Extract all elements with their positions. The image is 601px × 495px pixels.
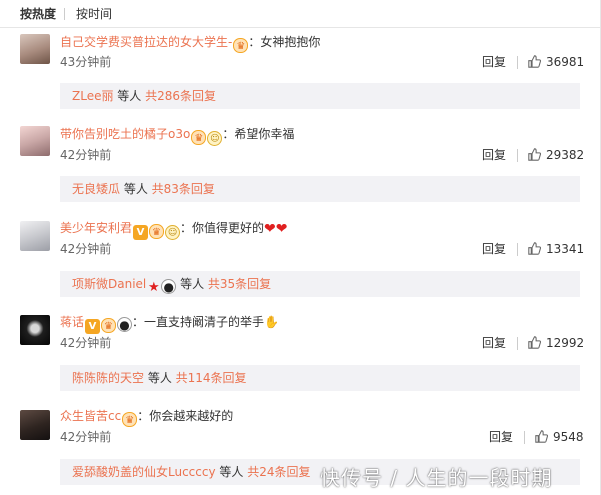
comment-header: 众生皆苦cc ♛ ：你会越来越好的 [60, 408, 233, 427]
like-button[interactable]: 36981 [528, 55, 584, 69]
comment-header: 带你告别吃土的橘子o3o ♛ ☺ ：希望你幸福 [60, 126, 294, 146]
reply-button[interactable]: 回复 [482, 148, 506, 162]
member-crown-icon[interactable]: ♛ [149, 224, 165, 239]
avatar[interactable] [20, 410, 50, 440]
member-crown-icon[interactable]: ♛ [233, 38, 249, 53]
action-divider [524, 431, 525, 444]
reply-button[interactable]: 回复 [482, 336, 506, 350]
heart-icon: ❤ [264, 221, 276, 237]
comment-header: 美少年安利君 V ♛ ☺ ：你值得更好的❤❤ [60, 220, 288, 240]
comment-author[interactable]: 美少年安利君 [60, 221, 132, 235]
hand-raise-icon: ✋ [264, 315, 279, 329]
comment-text: 希望你幸福 [234, 127, 295, 141]
like-count: 13341 [546, 242, 585, 256]
reply-count-link[interactable]: 共286条回复 [145, 89, 216, 103]
v-badge-icon[interactable]: V [85, 319, 101, 334]
comment-time: 42分钟前 [60, 430, 112, 444]
reply-others-label: 等人 [120, 182, 152, 196]
reply-summary[interactable]: 陈陈陈的天空 等人 共114条回复 [60, 365, 580, 391]
reply-users[interactable]: ZLee丽 [72, 89, 113, 103]
comment-text: 一直支持阚清子的举手 [144, 315, 265, 329]
comment-text: 你会越来越好的 [149, 409, 234, 423]
heart-icon: ❤ [275, 221, 288, 237]
reply-button[interactable]: 回复 [482, 55, 506, 69]
thumbs-up-icon [528, 242, 541, 255]
reply-summary[interactable]: ZLee丽 等人 共286条回复 [60, 83, 580, 109]
tab-sort-time[interactable]: 按时间 [76, 5, 112, 22]
tab-sort-hot[interactable]: 按热度 [20, 5, 56, 22]
colon: ： [137, 409, 150, 423]
thumbs-up-icon [528, 336, 541, 349]
panda-icon: ● [161, 279, 177, 294]
reply-button[interactable]: 回复 [482, 242, 506, 256]
comment-time: 42分钟前 [60, 148, 112, 162]
action-divider [517, 337, 518, 350]
v-badge-icon[interactable]: V [133, 225, 149, 240]
like-button[interactable]: 29382 [528, 148, 584, 162]
comment-text: 你值得更好的 [192, 221, 265, 235]
like-button[interactable]: 12992 [528, 336, 584, 350]
reply-users[interactable]: 陈陈陈的天空 [72, 371, 144, 385]
reply-others-label: 等人 [144, 371, 176, 385]
avatar[interactable] [20, 126, 50, 156]
sort-bar: 按热度 按时间 [0, 0, 601, 28]
avatar[interactable] [20, 34, 50, 64]
avatar[interactable] [20, 221, 50, 251]
medal-icon[interactable]: ☺ [165, 225, 181, 240]
thumbs-up-icon [528, 148, 541, 161]
reply-count-link[interactable]: 共83条回复 [152, 182, 215, 196]
reply-others-label: 等人 [176, 277, 208, 291]
like-count: 9548 [553, 430, 584, 444]
comment-panel: 按热度 按时间 自己交学费买普拉达的女大学生- ♛ ：女神抱抱你 43分钟前 回复 … [0, 0, 601, 495]
colon: ： [180, 221, 193, 235]
comment-header: 自己交学费买普拉达的女大学生- ♛ ：女神抱抱你 [60, 34, 320, 53]
avatar[interactable] [20, 315, 50, 345]
like-button[interactable]: 13341 [528, 242, 584, 256]
reply-summary[interactable]: 项斯微Daniel ★ ● 等人 共35条回复 [60, 271, 580, 297]
comment-time: 43分钟前 [60, 55, 112, 69]
sort-divider [64, 8, 65, 20]
comment-text: 女神抱抱你 [260, 35, 321, 49]
like-count: 12992 [546, 336, 585, 350]
thumbs-up-icon [528, 55, 541, 68]
star-icon: ★ [147, 280, 160, 295]
action-divider [517, 56, 518, 69]
comment-time: 42分钟前 [60, 336, 112, 350]
reply-count-link[interactable]: 共35条回复 [208, 277, 271, 291]
comment-time: 42分钟前 [60, 242, 112, 256]
reply-users[interactable]: 无良矮瓜 [72, 182, 120, 196]
like-count: 36981 [546, 55, 585, 69]
comment-author[interactable]: 自己交学费买普拉达的女大学生- [60, 35, 232, 49]
reply-button[interactable]: 回复 [489, 430, 513, 444]
member-crown-icon[interactable]: ♛ [191, 130, 207, 145]
panda-icon: ● [117, 317, 133, 332]
colon: ： [222, 127, 235, 141]
comment-header: 蒋话 V ♛ ● ：一直支持阚清子的举手✋ [60, 314, 279, 334]
reply-users[interactable]: 项斯微Daniel [72, 277, 146, 291]
comment-author[interactable]: 众生皆苦cc [60, 409, 121, 423]
reply-summary[interactable]: 无良矮瓜 等人 共83条回复 [60, 176, 580, 202]
reply-users[interactable]: 爱舔酸奶盖的仙女Luccccy [72, 465, 216, 479]
comment-author[interactable]: 带你告别吃土的橘子o3o [60, 127, 190, 141]
member-crown-icon[interactable]: ♛ [101, 318, 117, 333]
reply-others-label: 等人 [215, 465, 248, 479]
watermark: 快传号 / 人生的一段时期 [320, 466, 553, 490]
colon: ： [132, 315, 145, 329]
like-count: 29382 [546, 148, 585, 162]
reply-count-link[interactable]: 共114条回复 [176, 371, 247, 385]
reply-count-link[interactable]: 共24条回复 [247, 465, 310, 479]
action-divider [517, 149, 518, 162]
reply-others-label: 等人 [113, 89, 146, 103]
action-divider [517, 243, 518, 256]
like-button[interactable]: 9548 [535, 430, 584, 444]
thumbs-up-icon [535, 430, 548, 443]
medal-icon[interactable]: ☺ [207, 131, 223, 146]
colon: ： [248, 35, 261, 49]
member-crown-icon[interactable]: ♛ [122, 412, 138, 427]
comment-author[interactable]: 蒋话 [60, 315, 84, 329]
